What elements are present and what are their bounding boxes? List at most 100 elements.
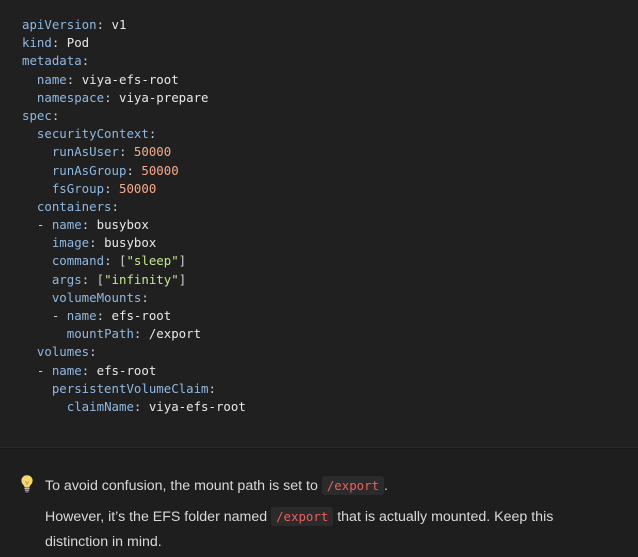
code-line: kind: Pod <box>22 34 246 52</box>
callout-text-segment: To avoid confusion, the mount path is se… <box>45 478 322 494</box>
code-token: volumes <box>36 344 90 360</box>
code-token: runAsUser <box>51 144 119 160</box>
code-token: command <box>51 253 105 269</box>
code-token: volumeMounts <box>51 289 142 305</box>
code-token: args <box>51 271 82 287</box>
code-line: name: viya-efs-root <box>22 71 246 89</box>
code-token: securityContext <box>36 126 149 142</box>
code-token: name <box>51 217 82 233</box>
code-token: viya-prepare <box>118 89 209 105</box>
code-token: ] <box>178 253 187 269</box>
code-token: : <box>96 308 112 323</box>
code-token: viya-efs-root <box>148 398 246 414</box>
callout-text-segment: However, it’s the EFS folder named <box>45 509 272 525</box>
code-token: namespace <box>36 89 105 105</box>
code-token: : <box>133 398 149 414</box>
code-token: mountPath <box>66 326 134 342</box>
code-line: fsGroup: 50000 <box>22 180 246 198</box>
code-token: kind <box>22 35 52 51</box>
code-token: : <box>148 126 157 142</box>
code-token: spec <box>22 107 52 123</box>
code-token: : <box>118 144 134 160</box>
code-token: : <box>104 180 119 196</box>
callout-line-1: To avoid confusion, the mount path is se… <box>45 473 615 499</box>
callout: To avoid confusion, the mount path is se… <box>0 449 638 557</box>
code-token: ] <box>178 271 187 287</box>
code-line: volumes: <box>22 343 246 361</box>
code-token: : <box>104 89 119 105</box>
code-token: efs-root <box>96 362 157 378</box>
code-token: : <box>104 253 119 269</box>
code-line: command: ["sleep"] <box>22 252 246 270</box>
code-token: 50000 <box>141 162 179 178</box>
code-token: : <box>81 217 97 233</box>
callout-text-segment: . <box>384 478 388 494</box>
code-token: : <box>96 17 112 32</box>
callout-line-2: However, it’s the EFS folder named /expo… <box>45 504 615 555</box>
code-token: : <box>81 271 97 287</box>
code-line: - name: busybox <box>22 216 246 234</box>
code-token: : <box>89 235 105 251</box>
code-token: efs-root <box>111 308 172 323</box>
code-token: runAsGroup <box>51 162 127 178</box>
code-token: metadata <box>22 53 82 69</box>
code-line: args: ["infinity"] <box>22 271 246 289</box>
code-token: : <box>81 362 97 378</box>
code-token: : <box>141 289 149 305</box>
code-token: : <box>133 326 149 342</box>
code-line: securityContext: <box>22 125 246 143</box>
code-line: spec: <box>22 107 246 125</box>
code-line: apiVersion: v1 <box>22 16 246 34</box>
code-token: [ <box>96 271 105 287</box>
code-line: runAsGroup: 50000 <box>22 162 246 180</box>
code-token: fsGroup <box>51 180 105 196</box>
code-token: : <box>66 71 82 87</box>
callout-text: To avoid confusion, the mount path is se… <box>45 473 615 555</box>
code-token: busybox <box>96 217 149 233</box>
lightbulb-icon <box>21 475 33 493</box>
code-token: name <box>66 308 97 323</box>
code-token: containers <box>36 198 112 214</box>
code-line: containers: <box>22 198 246 216</box>
code-token: : <box>81 53 90 69</box>
code-line: mountPath: /export <box>22 325 246 343</box>
code-token: claimName <box>66 398 134 414</box>
code-token: apiVersion <box>22 17 97 32</box>
code-token: - <box>22 308 67 323</box>
code-token: : <box>111 198 119 214</box>
code-token: "sleep" <box>126 253 179 269</box>
code-token: name <box>51 362 82 378</box>
code-token: viya-efs-root <box>81 71 179 87</box>
code-token: : <box>126 162 142 178</box>
code-block: apiVersion: v1 kind: Pod metadata: name: v… <box>0 0 638 448</box>
code-line: runAsUser: 50000 <box>22 143 246 161</box>
code-line: - name: efs-root <box>22 307 246 325</box>
inline-code-export: /export <box>321 476 385 495</box>
code-line: metadata: <box>22 52 246 70</box>
code-token: "infinity" <box>104 271 179 287</box>
code-token: v1 <box>111 17 127 32</box>
inline-code-export: /export <box>271 507 334 526</box>
code-token: : <box>89 344 97 360</box>
code-token: 50000 <box>118 180 157 196</box>
code-token: name <box>36 71 67 87</box>
code-line: image: busybox <box>22 234 246 252</box>
yaml-code: apiVersion: v1 kind: Pod metadata: name: v… <box>22 16 246 416</box>
code-token: : <box>208 380 216 396</box>
code-token: persistentVolumeClaim <box>51 380 209 396</box>
code-token: - <box>22 362 52 378</box>
code-line: namespace: viya-prepare <box>22 89 246 107</box>
code-line: persistentVolumeClaim: <box>22 380 246 398</box>
